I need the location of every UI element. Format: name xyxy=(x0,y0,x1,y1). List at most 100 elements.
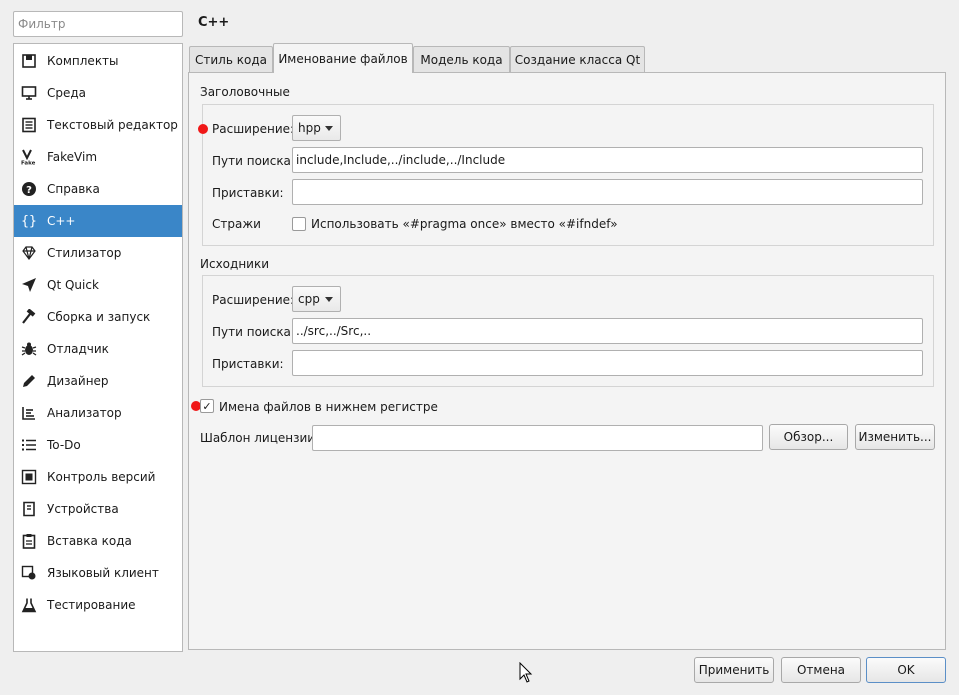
headers-extension-label: Расширение: xyxy=(212,122,295,136)
sidebar-item-analyzer[interactable]: Анализатор xyxy=(14,397,182,429)
kits-icon xyxy=(20,52,38,70)
tab-file-naming[interactable]: Именование файлов xyxy=(273,43,413,73)
svg-text:Fake: Fake xyxy=(21,161,36,166)
monitor-icon xyxy=(20,84,38,102)
button-label: Изменить... xyxy=(858,430,932,444)
sidebar-item-language-client[interactable]: Языковый клиент xyxy=(14,557,182,589)
sidebar-item-environment[interactable]: Среда xyxy=(14,77,182,109)
field-value: include,Include,../include,../Include xyxy=(296,153,506,167)
sidebar-item-cpp[interactable]: {} C++ xyxy=(14,205,182,237)
headers-prefixes-label: Приставки: xyxy=(212,186,284,200)
sources-prefixes-input[interactable] xyxy=(292,350,923,376)
sidebar-item-fakevim[interactable]: Fake FakeVim xyxy=(14,141,182,173)
bug-icon xyxy=(20,340,38,358)
tab-code-model[interactable]: Модель кода xyxy=(413,46,510,72)
sidebar-item-debugger[interactable]: Отладчик xyxy=(14,333,182,365)
sidebar-item-version-control[interactable]: Контроль версий xyxy=(14,461,182,493)
braces-icon: {} xyxy=(21,213,37,229)
sidebar-item-label: Сборка и запуск xyxy=(47,310,151,324)
fakevim-icon: Fake xyxy=(20,148,38,166)
checkmark-icon: ✓ xyxy=(202,399,212,413)
tab-qt-class-generation[interactable]: Создание класса Qt xyxy=(510,46,645,72)
qt-quick-icon xyxy=(20,276,38,294)
sidebar-item-label: Дизайнер xyxy=(47,374,109,388)
lowercase-filenames-checkbox[interactable]: ✓ xyxy=(200,399,214,413)
sidebar-item-label: Контроль версий xyxy=(47,470,156,484)
paste-icon xyxy=(20,532,38,550)
sidebar-item-label: FakeVim xyxy=(47,150,98,164)
tab-label: Модель кода xyxy=(420,52,503,67)
sidebar-item-devices[interactable]: Устройства xyxy=(14,493,182,525)
sidebar-item-testing[interactable]: Тестирование xyxy=(14,589,182,621)
sources-search-paths-input[interactable]: ../src,../Src,.. xyxy=(292,318,923,344)
sidebar-item-label: Вставка кода xyxy=(47,534,132,548)
headers-group-title: Заголовочные xyxy=(200,85,290,99)
headers-search-paths-label: Пути поиска: xyxy=(212,154,295,168)
sources-extension-label: Расширение: xyxy=(212,293,295,307)
guards-label: Стражи xyxy=(212,217,261,231)
tab-label: Именование файлов xyxy=(278,51,408,66)
highlight-marker xyxy=(198,124,208,134)
headers-extension-combo[interactable]: hpp xyxy=(292,115,341,141)
pencil-icon xyxy=(20,372,38,390)
pragma-once-label[interactable]: Использовать «#pragma once» вместо «#ifn… xyxy=(311,217,618,231)
license-template-input[interactable] xyxy=(312,425,763,451)
flask-icon xyxy=(20,596,38,614)
headers-search-paths-input[interactable]: include,Include,../include,../Include xyxy=(292,147,923,173)
help-icon: ? xyxy=(20,180,38,198)
mouse-cursor-icon xyxy=(519,661,533,687)
devices-icon xyxy=(20,500,38,518)
tab-code-style[interactable]: Стиль кода xyxy=(189,46,273,72)
sidebar-item-label: Языковый клиент xyxy=(47,566,159,580)
sidebar-item-label: Справка xyxy=(47,182,100,196)
sidebar-item-help[interactable]: ? Справка xyxy=(14,173,182,205)
headers-prefixes-input[interactable] xyxy=(292,179,923,205)
button-label: Применить xyxy=(698,663,770,677)
sidebar-item-label: Текстовый редактор xyxy=(47,118,178,132)
license-template-label: Шаблон лицензии: xyxy=(200,431,320,445)
diamond-icon xyxy=(20,244,38,262)
settings-category-list: Комплекты Среда Текстовый редактор Fake … xyxy=(13,43,183,652)
hammer-icon xyxy=(20,308,38,326)
sidebar-item-label: Устройства xyxy=(47,502,119,516)
sources-search-paths-label: Пути поиска: xyxy=(212,325,295,339)
button-label: Отмена xyxy=(796,663,846,677)
version-control-icon xyxy=(20,468,38,486)
tab-label: Создание класса Qt xyxy=(514,52,641,67)
pragma-once-checkbox[interactable] xyxy=(292,217,306,231)
sidebar-item-label: Комплекты xyxy=(47,54,119,68)
tab-label: Стиль кода xyxy=(195,52,267,67)
sources-extension-combo[interactable]: cpp xyxy=(292,286,341,312)
button-label: Обзор... xyxy=(783,430,834,444)
combo-value: hpp xyxy=(298,121,321,135)
analyzer-icon xyxy=(20,404,38,422)
sidebar-item-build-run[interactable]: Сборка и запуск xyxy=(14,301,182,333)
todo-list-icon xyxy=(20,436,38,454)
svg-text:?: ? xyxy=(26,185,32,196)
sidebar-item-code-paste[interactable]: Вставка кода xyxy=(14,525,182,557)
filter-input[interactable] xyxy=(13,11,183,37)
sidebar-item-label: To-Do xyxy=(47,438,81,452)
edit-license-button[interactable]: Изменить... xyxy=(855,424,935,450)
button-label: OK xyxy=(897,663,915,677)
sidebar-item-text-editor[interactable]: Текстовый редактор xyxy=(14,109,182,141)
sidebar-item-label: Тестирование xyxy=(47,598,136,612)
chevron-down-icon xyxy=(325,296,333,302)
chevron-down-icon xyxy=(325,125,333,131)
ok-button[interactable]: OK xyxy=(866,657,946,683)
page-title: C++ xyxy=(198,15,230,30)
lowercase-filenames-label[interactable]: Имена файлов в нижнем регистре xyxy=(219,400,438,414)
sidebar-item-label: Анализатор xyxy=(47,406,122,420)
sidebar-item-beautifier[interactable]: Стилизатор xyxy=(14,237,182,269)
cancel-button[interactable]: Отмена xyxy=(781,657,861,683)
sidebar-item-designer[interactable]: Дизайнер xyxy=(14,365,182,397)
apply-button[interactable]: Применить xyxy=(694,657,774,683)
sidebar-item-label: C++ xyxy=(47,214,76,228)
sidebar-item-qt-quick[interactable]: Qt Quick xyxy=(14,269,182,301)
sidebar-item-todo[interactable]: To-Do xyxy=(14,429,182,461)
sidebar-item-kits[interactable]: Комплекты xyxy=(14,45,182,77)
browse-button[interactable]: Обзор... xyxy=(769,424,848,450)
sources-prefixes-label: Приставки: xyxy=(212,357,284,371)
sources-group-title: Исходники xyxy=(200,257,270,271)
text-editor-icon xyxy=(20,116,38,134)
